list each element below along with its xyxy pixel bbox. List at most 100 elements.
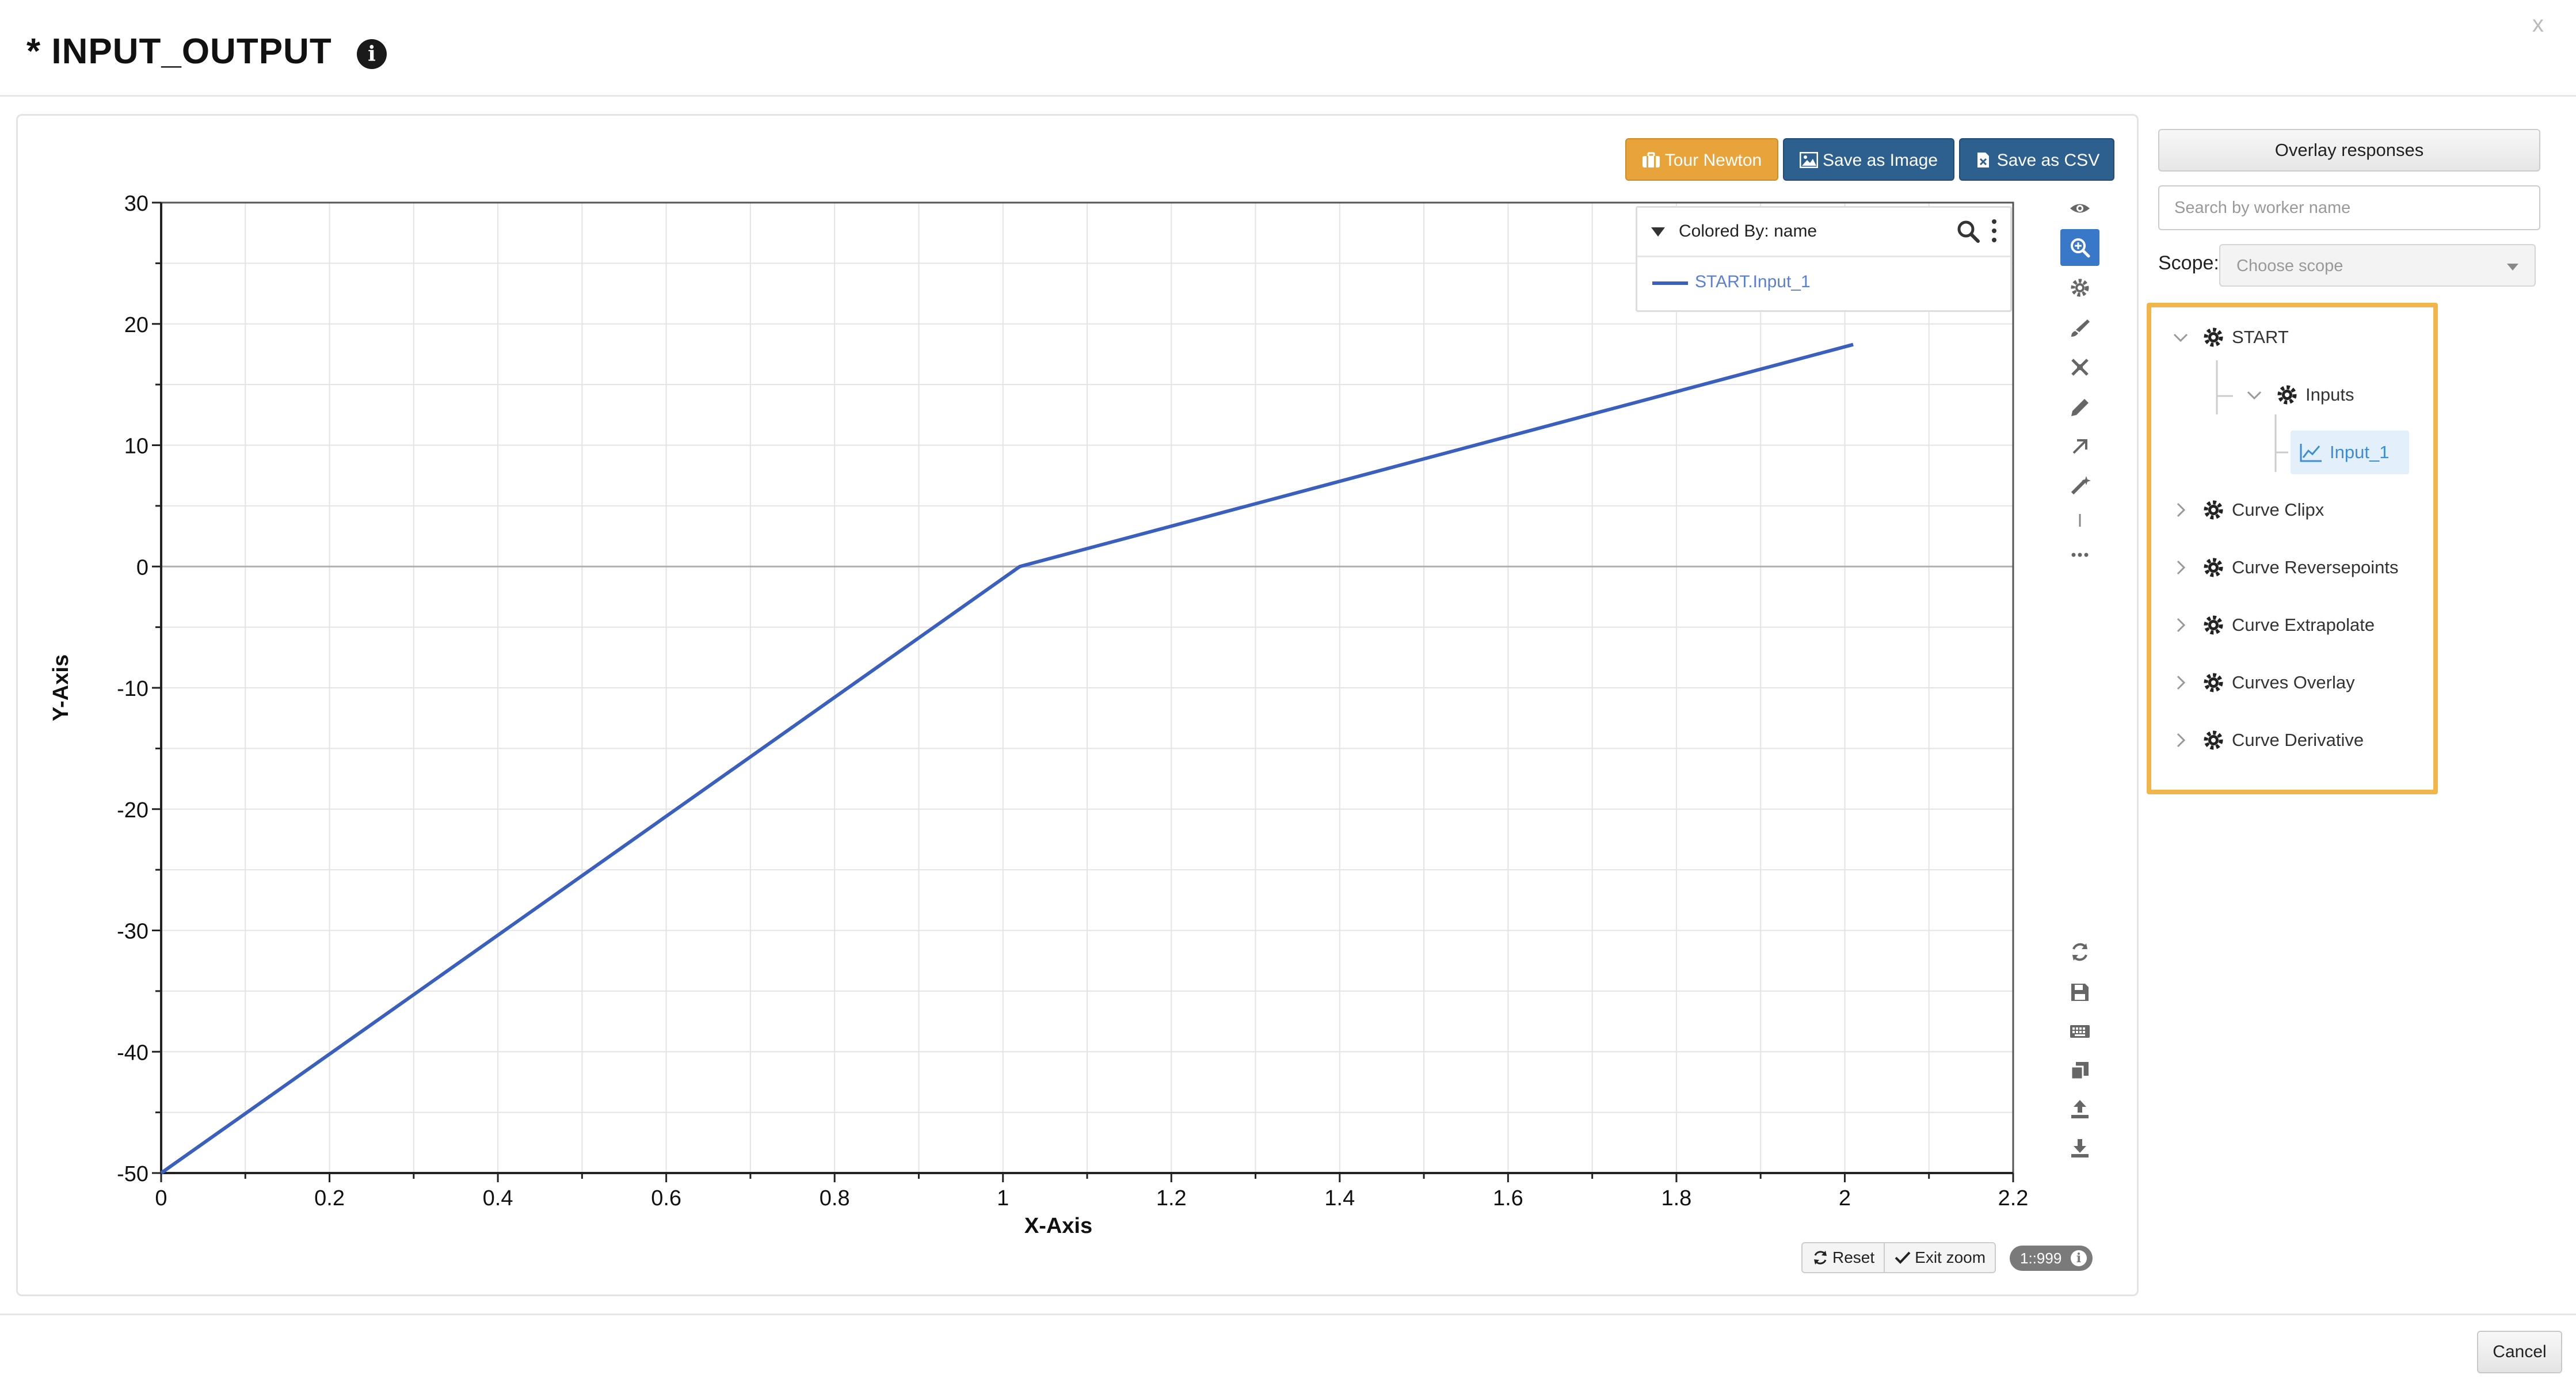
- chevron-right-icon[interactable]: [2171, 615, 2190, 635]
- zoom-controls: Reset Exit zoom: [1801, 1242, 1996, 1273]
- worker-search-input[interactable]: [2158, 185, 2540, 230]
- arrow-tool[interactable]: [2060, 428, 2099, 465]
- upload-tool[interactable]: [2060, 1091, 2099, 1128]
- chart-legend: Colored By: name START.Input_1: [1636, 206, 2012, 312]
- tree-node-curve-clipx[interactable]: Curve Clipx: [2171, 490, 2324, 530]
- chevron-right-icon[interactable]: [2171, 730, 2190, 750]
- cancel-button[interactable]: Cancel: [2477, 1331, 2562, 1373]
- save-tool[interactable]: [2060, 974, 2099, 1011]
- y-tick-label: -50: [117, 1162, 148, 1186]
- keyboard-icon: [2070, 1025, 2090, 1038]
- upload-icon: [2071, 1100, 2089, 1118]
- keyboard-tool[interactable]: [2060, 1013, 2099, 1050]
- tree-node-curves-overlay[interactable]: Curves Overlay: [2171, 662, 2355, 703]
- eye-icon: [2070, 204, 2090, 213]
- page-title: * INPUT_OUTPUT: [26, 32, 332, 71]
- x-tick-label: 0.4: [483, 1186, 513, 1210]
- copy-icon: [2070, 1062, 2089, 1080]
- overlay-responses-button[interactable]: Overlay responses: [2158, 129, 2540, 172]
- y-tick-label: -40: [117, 1041, 148, 1065]
- gear-icon: [2204, 615, 2223, 635]
- search-icon[interactable]: [1956, 219, 1980, 243]
- gear-icon: [2204, 558, 2223, 577]
- tree-node-label: Curve Clipx: [2232, 500, 2325, 520]
- pencil-icon: [2071, 399, 2089, 416]
- brush-tool[interactable]: [2060, 310, 2099, 346]
- fit-tool[interactable]: [2060, 349, 2099, 386]
- chevron-down-icon[interactable]: [2171, 328, 2190, 347]
- y-tick-label: 0: [136, 555, 148, 580]
- info-icon[interactable]: i: [2071, 1250, 2087, 1266]
- line-chart-icon: [2300, 444, 2322, 462]
- tree-node-label: Curve Extrapolate: [2232, 615, 2375, 635]
- download-icon: [2071, 1139, 2089, 1157]
- tree-node-label: Curves Overlay: [2232, 672, 2355, 692]
- x-tick-label: 0.8: [820, 1186, 850, 1210]
- csv-file-icon: [1977, 153, 1989, 167]
- kebab-menu-icon[interactable]: [1988, 217, 2000, 245]
- caret-down-icon[interactable]: [1651, 227, 1665, 237]
- pencil-tool[interactable]: [2060, 389, 2099, 426]
- settings-tool[interactable]: [2060, 269, 2099, 306]
- fit-icon: [2071, 359, 2089, 376]
- y-tick-label: -20: [117, 798, 148, 823]
- ratio-label: 1::999: [2020, 1250, 2062, 1267]
- arrow-icon: [2072, 439, 2087, 454]
- close-button[interactable]: x: [2532, 12, 2544, 37]
- save-csv-label: Save as CSV: [1996, 151, 2100, 170]
- y-axis-title: Y-Axis: [49, 654, 73, 721]
- refresh-tool[interactable]: [2060, 934, 2099, 970]
- scope-label: Scope:: [2158, 252, 2219, 274]
- tour-newton-label: Tour Newton: [1664, 151, 1762, 170]
- save-csv-button[interactable]: Save as CSV: [1959, 138, 2114, 181]
- footer-divider: [0, 1313, 2576, 1315]
- x-tick-label: 2.2: [1998, 1186, 2029, 1210]
- x-tick-label: 1.6: [1493, 1186, 1523, 1210]
- legend-item-label[interactable]: START.Input_1: [1695, 272, 1811, 292]
- save-image-button[interactable]: Save as Image: [1783, 138, 1954, 181]
- x-tick-label: 2: [1839, 1186, 1851, 1210]
- save-icon: [2071, 984, 2089, 1001]
- chevron-right-icon[interactable]: [2171, 500, 2190, 520]
- tree-node-curve-extrapolate[interactable]: Curve Extrapolate: [2171, 605, 2375, 645]
- tree-node-curve-derivative[interactable]: Curve Derivative: [2171, 720, 2364, 760]
- magic-tool[interactable]: [2060, 467, 2099, 504]
- more-tool[interactable]: [2060, 536, 2099, 573]
- scope-select[interactable]: Choose scope: [2219, 244, 2536, 287]
- gear-icon: [2204, 673, 2223, 692]
- tree-node-inputs[interactable]: Inputs: [2245, 375, 2354, 415]
- zoom-in-icon: [2071, 238, 2090, 258]
- image-icon: [1799, 152, 1818, 168]
- reset-zoom-button[interactable]: Reset: [1803, 1243, 1884, 1272]
- chevron-down-icon[interactable]: [2245, 385, 2264, 405]
- refresh-icon: [1814, 1251, 1827, 1265]
- x-axis-title: X-Axis: [1024, 1214, 1092, 1238]
- x-tick-label: 1.2: [1156, 1186, 1187, 1210]
- scope-placeholder: Choose scope: [2236, 257, 2343, 275]
- copy-tool[interactable]: [2060, 1052, 2099, 1089]
- tree-node-curve-reversepoints[interactable]: Curve Reversepoints: [2171, 547, 2398, 588]
- eye-tool[interactable]: [2060, 190, 2099, 227]
- more-icon: [2071, 553, 2089, 557]
- tree-node-label: Input_1: [2330, 442, 2390, 462]
- tour-newton-button[interactable]: Tour Newton: [1625, 138, 1778, 181]
- chevron-right-icon[interactable]: [2171, 558, 2190, 577]
- zoom-in-tool[interactable]: [2060, 229, 2099, 266]
- tree-node-label: Curve Derivative: [2232, 730, 2364, 750]
- y-tick-label: 20: [124, 313, 148, 337]
- chevron-right-icon[interactable]: [2171, 673, 2190, 692]
- tree-node-start[interactable]: START: [2171, 317, 2289, 357]
- gear-icon: [2204, 730, 2223, 750]
- legend-title: Colored By: name: [1679, 222, 1817, 241]
- y-tick-label: 30: [124, 192, 148, 216]
- gear-icon: [2277, 385, 2297, 405]
- exit-zoom-button[interactable]: Exit zoom: [1884, 1243, 1995, 1272]
- info-icon[interactable]: i: [357, 39, 387, 69]
- y-tick-label: -10: [117, 677, 148, 701]
- tree-node-input-1[interactable]: Input_1: [2291, 431, 2409, 474]
- gear-icon: [2204, 500, 2223, 520]
- sampling-ratio-badge[interactable]: 1::999 i: [2010, 1246, 2093, 1271]
- suitcase-icon: [1642, 152, 1660, 167]
- refresh-icon: [2072, 943, 2087, 961]
- download-tool[interactable]: [2060, 1130, 2099, 1167]
